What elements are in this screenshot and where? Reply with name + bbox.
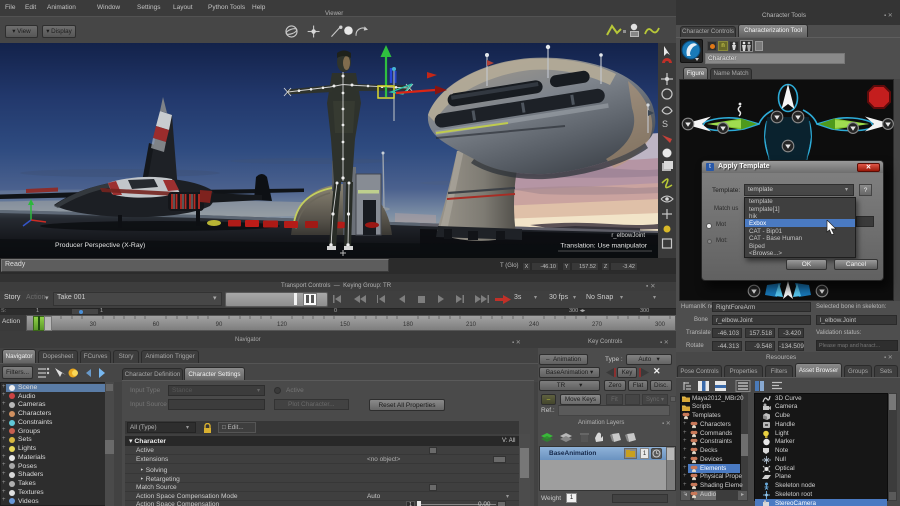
- svg-text:120: 120: [277, 322, 288, 328]
- svg-text:150: 150: [340, 322, 351, 328]
- svg-text:r_elbowJoint: r_elbowJoint: [611, 233, 645, 239]
- svg-text:Producer Perspective (X-Ray): Producer Perspective (X-Ray): [55, 242, 145, 249]
- svg-text:270: 270: [592, 322, 603, 328]
- svg-text:210: 210: [466, 322, 477, 328]
- svg-text:240: 240: [529, 322, 540, 328]
- svg-text:30: 30: [90, 322, 97, 328]
- svg-text:300: 300: [655, 322, 666, 328]
- svg-text:90: 90: [216, 322, 223, 328]
- svg-text:60: 60: [153, 322, 160, 328]
- svg-text:S: S: [662, 119, 668, 129]
- svg-text:180: 180: [403, 322, 414, 328]
- svg-text:Translation: Use manipulator: Translation: Use manipulator: [560, 243, 647, 250]
